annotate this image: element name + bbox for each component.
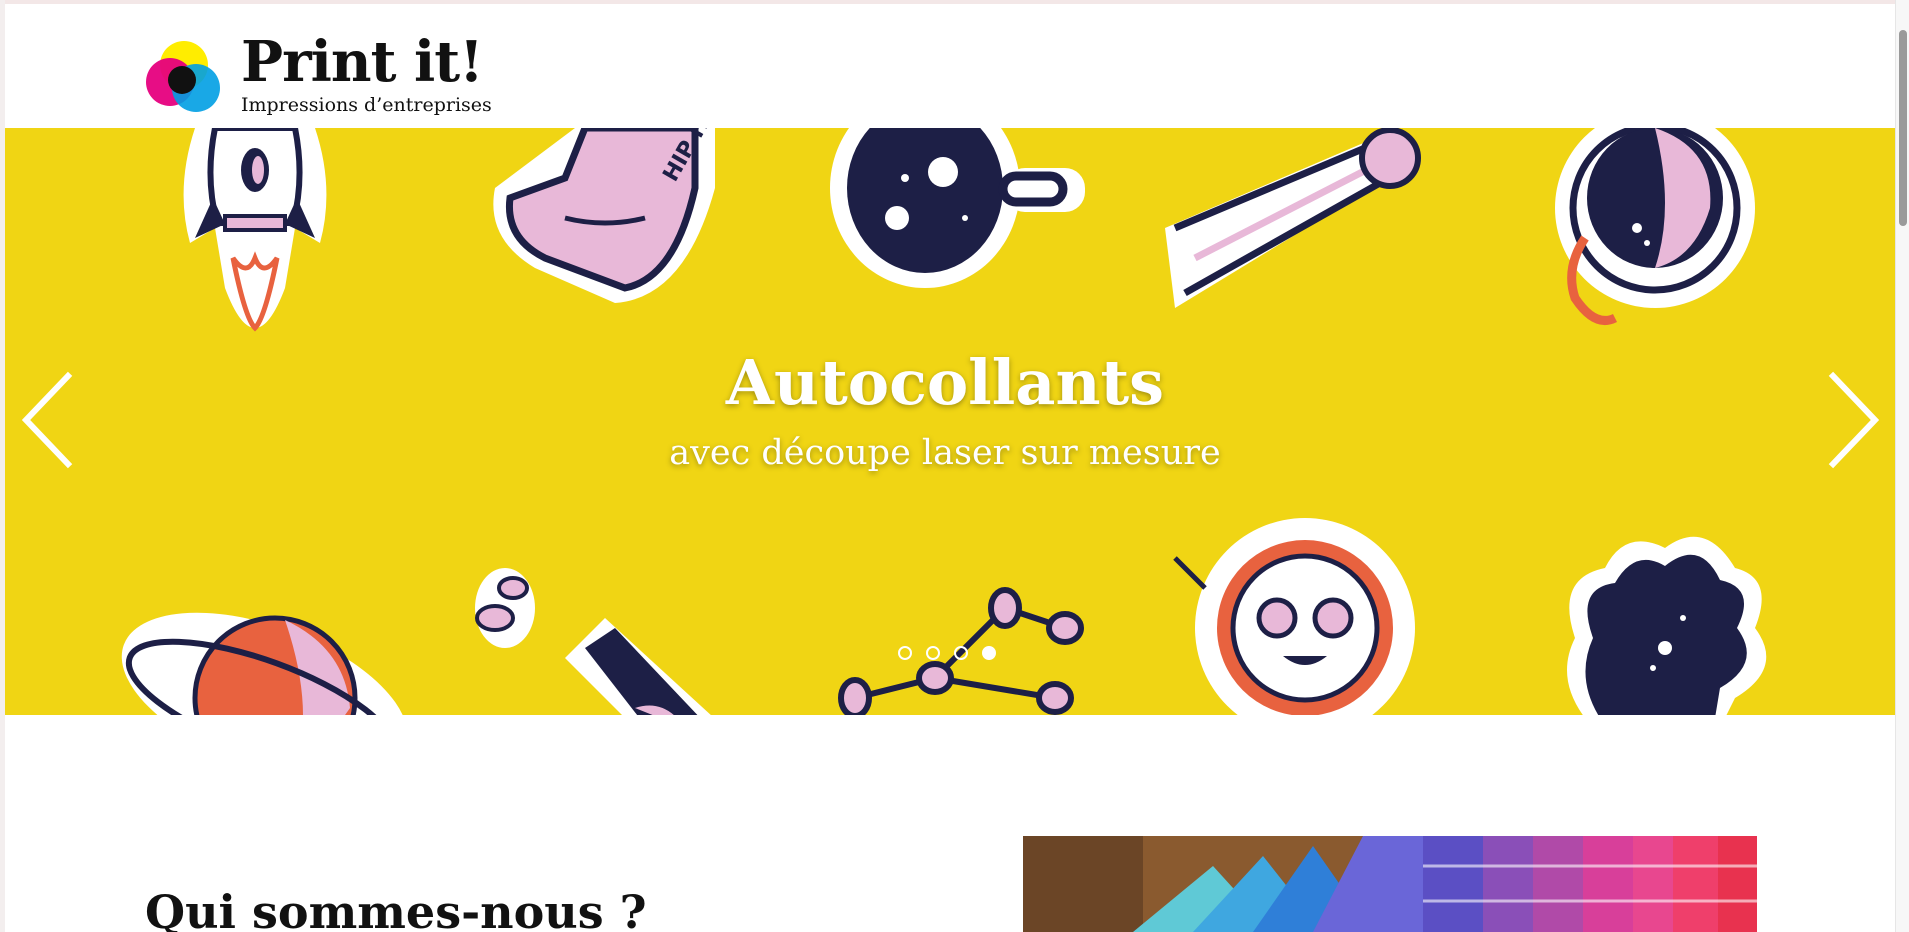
coffee-beans-sticker [475,568,711,715]
carousel-indicator-3[interactable] [954,646,968,660]
comet-sticker [1165,128,1421,308]
carousel-indicator-4[interactable] [982,646,996,660]
site-header: Print it! Impressions d’entreprises [5,4,1895,128]
carousel-slide-subtitle: avec découpe laser sur mesure [669,433,1221,473]
page: Print it! Impressions d’entreprises HIP … [0,0,1909,932]
planet-sticker [121,612,408,715]
carousel-next-button[interactable] [1823,370,1883,470]
chevron-right-icon [1828,371,1880,469]
about-section-title: Qui sommes-nous ? [145,885,647,932]
window-left-border [0,0,5,932]
rocket-sticker [183,128,327,332]
carousel-slide-title: Autocollants [725,346,1165,419]
carousel-indicator-1[interactable] [898,646,912,660]
color-swatches-image [1023,836,1757,932]
helmet-sticker [1555,128,1755,325]
carousel-caption: Autocollants avec découpe laser sur mesu… [5,343,1895,481]
carousel-prev-button[interactable] [18,370,78,470]
carousel-indicators [898,646,1018,666]
carousel-indicator-2[interactable] [926,646,940,660]
chevron-left-icon [21,371,73,469]
logo-subtitle: Impressions d’entreprises [241,94,492,116]
sun-sticker [1173,518,1415,715]
site-logo[interactable]: Print it! Impressions d’entreprises [144,30,544,120]
color-swatches-illustration [1023,836,1757,932]
thumbs-up-sticker: HIP HIP [493,128,727,303]
splash-sticker [1567,536,1767,715]
coffee-cup-sticker [830,128,1085,288]
hero-carousel: HIP HIP Autocollants avec découpe laser … [5,128,1895,715]
logo-title: Print it! [241,29,484,95]
page-scrollbar-thumb[interactable] [1899,30,1907,226]
logo-cmyk-icon [146,41,220,112]
